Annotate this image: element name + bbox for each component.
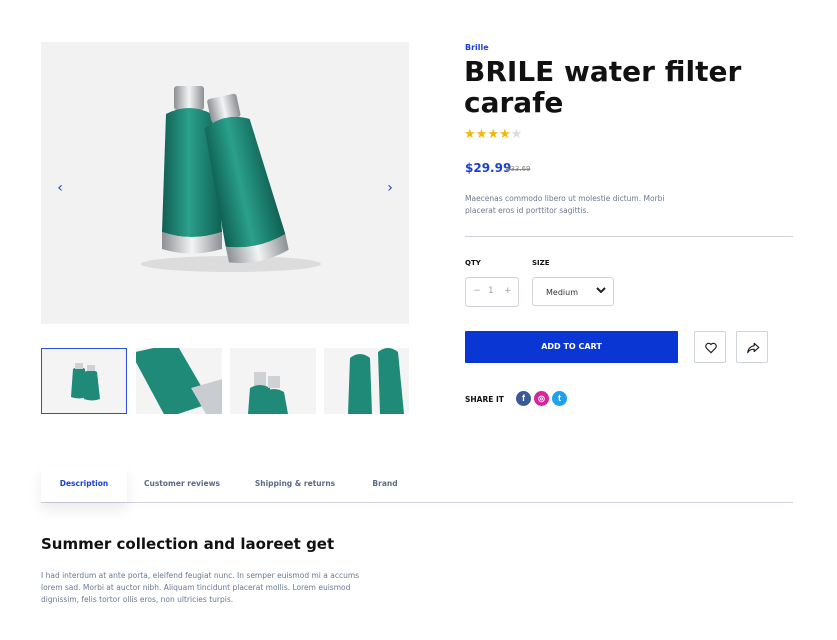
qty-value[interactable]: 1 <box>488 286 494 296</box>
twitter-icon[interactable]: t <box>552 391 567 406</box>
brand-link[interactable]: Brille <box>465 43 489 52</box>
bottles-image <box>141 86 321 272</box>
tab-customer-reviews[interactable]: Customer reviews <box>137 466 227 502</box>
size-select[interactable]: Medium <box>532 277 614 306</box>
tab-description[interactable]: Description <box>41 466 127 502</box>
star-icon: ★ <box>464 127 476 142</box>
share-label: SHARE IT <box>465 395 504 404</box>
thumbnail-4[interactable] <box>324 348 409 414</box>
plus-icon[interactable]: + <box>504 286 512 296</box>
qty-label: QTY <box>465 259 481 267</box>
minus-icon[interactable]: − <box>473 286 481 296</box>
heart-icon <box>705 342 717 354</box>
rating-stars: ★★★★★ <box>464 127 522 142</box>
tab-shipping-returns[interactable]: Shipping & returns <box>247 466 343 502</box>
section-title: Summer collection and laoreet get <box>41 535 335 553</box>
divider <box>465 236 793 237</box>
thumbnail-3[interactable] <box>230 348 316 414</box>
section-text: I had interdum at ante porta, eleifend f… <box>41 571 360 604</box>
product-tabs: Description Customer reviews Shipping & … <box>41 466 793 503</box>
product-description: Maecenas commodo libero ut molestie dict… <box>465 194 665 215</box>
size-label: SIZE <box>532 259 550 267</box>
share-icon <box>747 342 760 354</box>
product-title: BRILE water filter carafe <box>464 55 742 119</box>
thumbnail-strip <box>41 348 409 414</box>
size-value: Medium <box>546 288 578 297</box>
thumbnail-2[interactable] <box>136 348 222 414</box>
thumbnail-1[interactable] <box>41 348 127 414</box>
wishlist-button[interactable] <box>694 331 726 363</box>
facebook-icon[interactable]: f <box>516 391 531 406</box>
share-button[interactable] <box>736 331 768 363</box>
tab-brand[interactable]: Brand <box>367 466 403 502</box>
star-empty-icon: ★ <box>510 127 523 142</box>
price: $29.99 <box>465 161 512 175</box>
star-icon: ★ <box>475 127 488 142</box>
chevron-down-icon <box>595 284 607 298</box>
add-to-cart-button[interactable]: ADD TO CART <box>465 331 678 363</box>
chevron-right-icon[interactable]: › <box>380 178 400 198</box>
star-icon: ★ <box>487 127 499 142</box>
product-main-image <box>41 42 409 324</box>
old-price: $33.69 <box>506 165 531 173</box>
quantity-stepper[interactable]: − 1 + <box>465 277 519 307</box>
chevron-left-icon[interactable]: ‹ <box>50 178 70 198</box>
star-icon: ★ <box>498 127 511 142</box>
instagram-icon[interactable]: ◎ <box>534 391 549 406</box>
